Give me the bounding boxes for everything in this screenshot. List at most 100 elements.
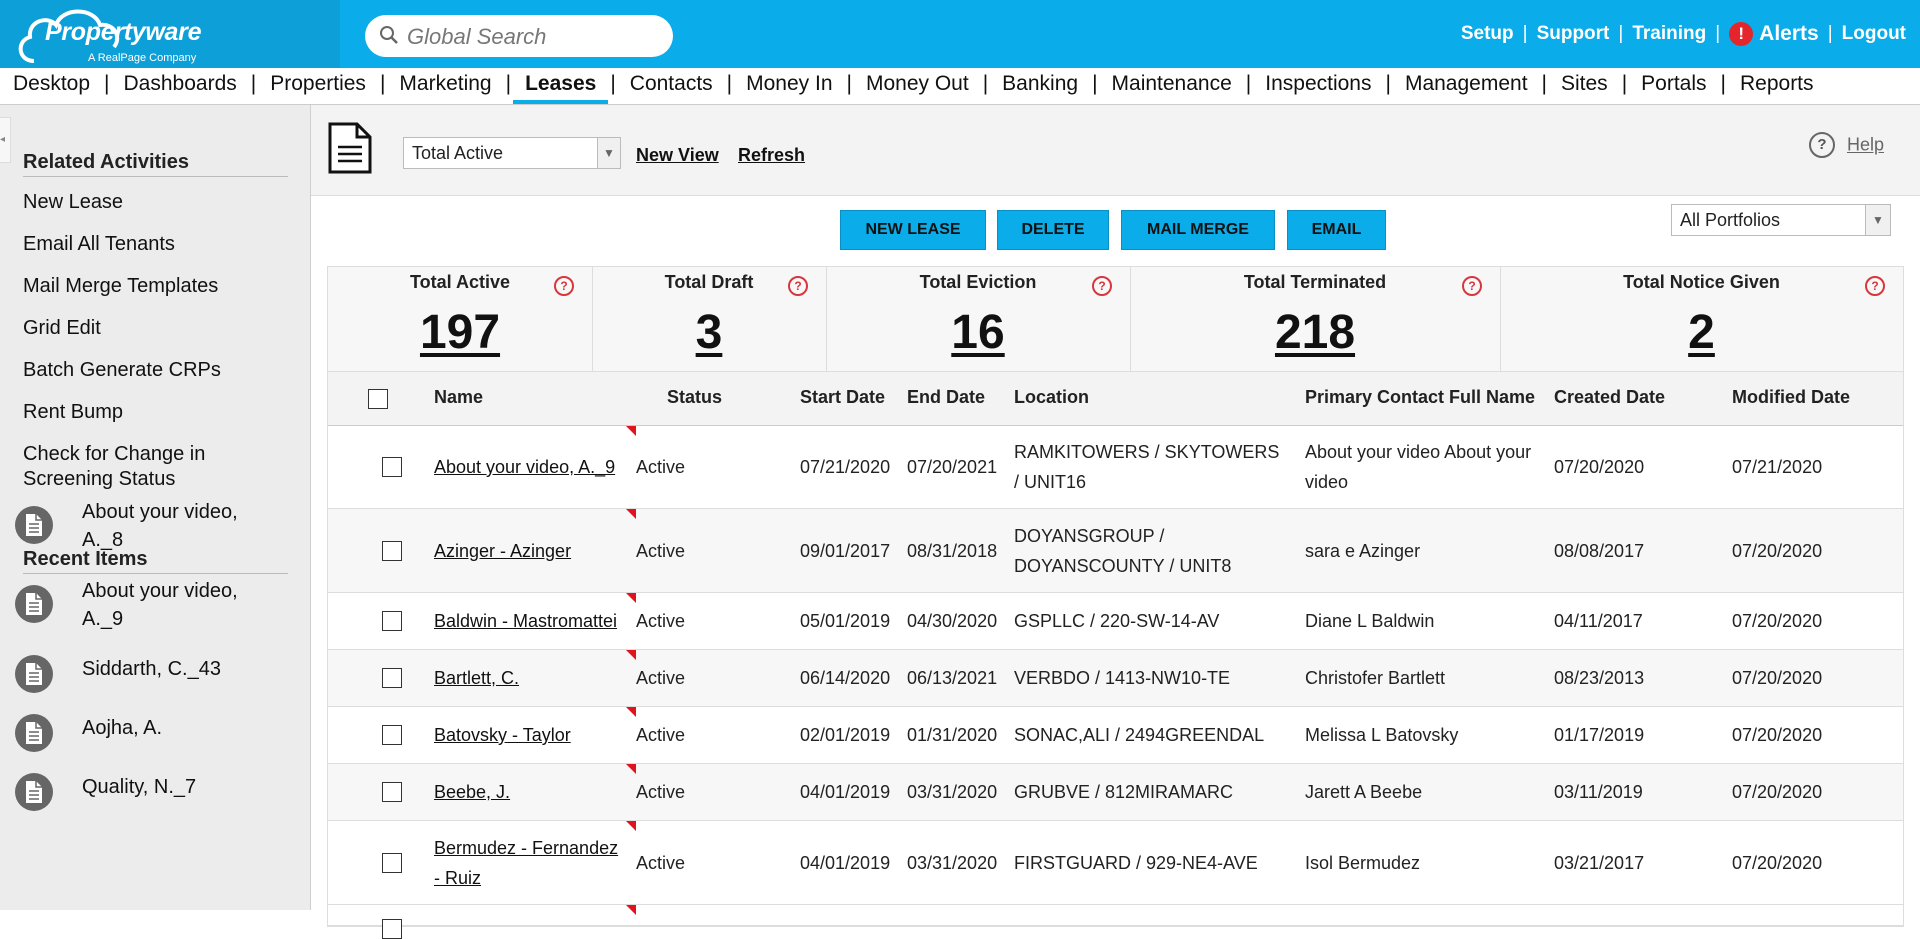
table-cell-name-line[interactable]: Bermudez - Fernandez [434,833,618,863]
nav-portals[interactable]: Portals [1641,72,1706,96]
related-activity-check-for-change-in-screening-status[interactable]: Check for Change in Screening Status [23,442,273,492]
stat-value[interactable]: 197 [328,305,592,360]
mail-merge-button[interactable]: MAIL MERGE [1121,210,1275,250]
table-cell-name-line[interactable]: Batovsky - Taylor [434,720,571,750]
table-row[interactable]: Beebe, J. Active 04/01/2019 03/31/2020 GRUBV… [328,764,1903,821]
table-cell-name-line[interactable]: - Ruiz [434,863,618,893]
alerts-link[interactable]: Alerts [1759,22,1819,46]
help-icon[interactable]: ? [788,276,808,296]
help-icon[interactable]: ? [1092,276,1112,296]
help[interactable]: ? Help [1808,132,1884,158]
table-cell-name-line[interactable]: Beebe, J. [434,777,510,807]
related-activity-rent-bump[interactable]: Rent Bump [23,400,273,425]
email-button[interactable]: EMAIL [1287,210,1386,250]
new-view-link[interactable]: New View [636,145,719,166]
view-select[interactable]: Total Active ▼ [403,137,621,169]
table-row[interactable]: Baldwin - Mastromattei Active 05/01/2019 04… [328,593,1903,650]
nav-reports[interactable]: Reports [1740,72,1814,96]
table-row[interactable]: Batovsky - Taylor Active 02/01/2019 01/31/2… [328,707,1903,764]
recent-item-label[interactable]: Quality, N._7 [82,773,282,801]
setup-link[interactable]: Setup [1461,23,1514,45]
column-header-status[interactable]: Status [667,387,722,408]
global-search-input[interactable] [405,21,659,53]
column-header-end-date[interactable]: End Date [907,387,985,408]
column-header-name[interactable]: Name [434,387,483,408]
portfolio-select[interactable]: All Portfolios ▼ [1671,204,1891,236]
table-cell-name[interactable]: Baldwin - Mastromattei [434,606,617,636]
logout-link[interactable]: Logout [1842,23,1906,45]
table-cell-name-line[interactable]: About your video, A._9 [434,452,615,482]
training-link[interactable]: Training [1632,23,1706,45]
nav-money-out[interactable]: Money Out [866,72,969,96]
select-all-checkbox[interactable] [368,389,388,409]
table-cell-name-line[interactable]: Bartlett, C. [434,663,519,693]
related-activity-email-all-tenants[interactable]: Email All Tenants [23,232,273,257]
chevron-down-icon[interactable]: ▼ [1865,205,1890,235]
table-cell-name[interactable]: Batovsky - Taylor [434,720,571,750]
help-icon[interactable]: ? [1808,132,1835,158]
table-cell-name[interactable]: Azinger - Azinger [434,536,571,566]
related-activity-batch-generate-crps[interactable]: Batch Generate CRPs [23,358,273,383]
recent-item-label[interactable]: About your video, A._9 [82,577,282,633]
table-cell-name[interactable]: About your video, A._9 [434,452,615,482]
refresh-link[interactable]: Refresh [738,145,805,166]
column-header-start-date[interactable]: Start Date [800,387,885,408]
nav-maintenance[interactable]: Maintenance [1112,72,1232,96]
nav-management[interactable]: Management [1405,72,1528,96]
nav-banking[interactable]: Banking [1002,72,1078,96]
global-search[interactable] [365,15,673,57]
stat-value[interactable]: 218 [1130,305,1500,360]
nav-desktop[interactable]: Desktop [13,72,90,96]
row-checkbox[interactable] [382,852,402,873]
recent-item-label[interactable]: Aojha, A. [82,714,282,742]
help-icon[interactable]: ? [1865,276,1885,296]
recent-item-label[interactable]: Siddarth, C._43 [82,655,282,683]
column-header-location[interactable]: Location [1014,387,1089,408]
nav-contacts[interactable]: Contacts [630,72,713,96]
help-link[interactable]: Help [1847,135,1884,155]
table-cell-name[interactable]: Bartlett, C. [434,663,519,693]
related-activity-grid-edit[interactable]: Grid Edit [23,316,273,341]
table-cell-name[interactable]: Beebe, J. [434,777,510,807]
nav-dashboards[interactable]: Dashboards [124,72,237,96]
table-row[interactable]: About your video, A._9 Active 07/21/2020 07… [328,426,1903,509]
chevron-down-icon[interactable]: ▼ [597,138,620,168]
table-row[interactable]: Azinger - Azinger Active 09/01/2017 08/31/2… [328,509,1903,593]
nav-properties[interactable]: Properties [270,72,366,96]
column-header-primary-contact-full-name[interactable]: Primary Contact Full Name [1305,387,1535,408]
row-checkbox[interactable] [382,540,402,561]
nav-marketing[interactable]: Marketing [399,72,491,96]
recent-item-label[interactable]: About your video, A._8 [82,498,282,554]
related-activity-new-lease[interactable]: New Lease [23,190,273,215]
nav-sites[interactable]: Sites [1561,72,1608,96]
delete-button[interactable]: DELETE [997,210,1109,250]
nav-inspections[interactable]: Inspections [1265,72,1371,96]
column-header-created-date[interactable]: Created Date [1554,387,1665,408]
table-row[interactable]: Bermudez - Fernandez - Ruiz Active 04/01/20… [328,821,1903,905]
nav-leases[interactable]: Leases [513,72,609,104]
support-link[interactable]: Support [1537,23,1610,45]
row-checkbox[interactable] [382,611,402,631]
nav-money-in[interactable]: Money In [746,72,832,96]
help-icon[interactable]: ? [554,276,574,296]
stat-value[interactable]: 16 [826,305,1130,360]
row-checkbox[interactable] [382,919,402,939]
row-checkbox[interactable] [382,457,402,477]
help-icon[interactable]: ? [1462,276,1482,296]
alert-icon[interactable]: ! [1729,22,1754,46]
related-activity-mail-merge-templates[interactable]: Mail Merge Templates [23,274,273,299]
new-lease-button[interactable]: NEW LEASE [840,210,986,250]
table-cell-name-line[interactable]: Azinger - Azinger [434,536,571,566]
logo-area[interactable]: Propertyware A RealPage Company [0,0,340,68]
table-row[interactable]: Bartlett, C. Active 06/14/2020 06/13/2021 VE… [328,650,1903,707]
row-checkbox[interactable] [382,782,402,802]
stat-value[interactable]: 2 [1500,305,1903,360]
row-checkbox[interactable] [382,725,402,745]
stat-value[interactable]: 3 [592,305,826,360]
column-header-modified-date[interactable]: Modified Date [1732,387,1850,408]
sidebar-collapse-handle[interactable]: ◂ [0,117,11,163]
table-row[interactable] [328,905,1903,939]
table-cell-name[interactable]: Bermudez - Fernandez - Ruiz [434,833,618,893]
row-checkbox[interactable] [382,668,402,688]
table-cell-name-line[interactable]: Baldwin - Mastromattei [434,606,617,636]
